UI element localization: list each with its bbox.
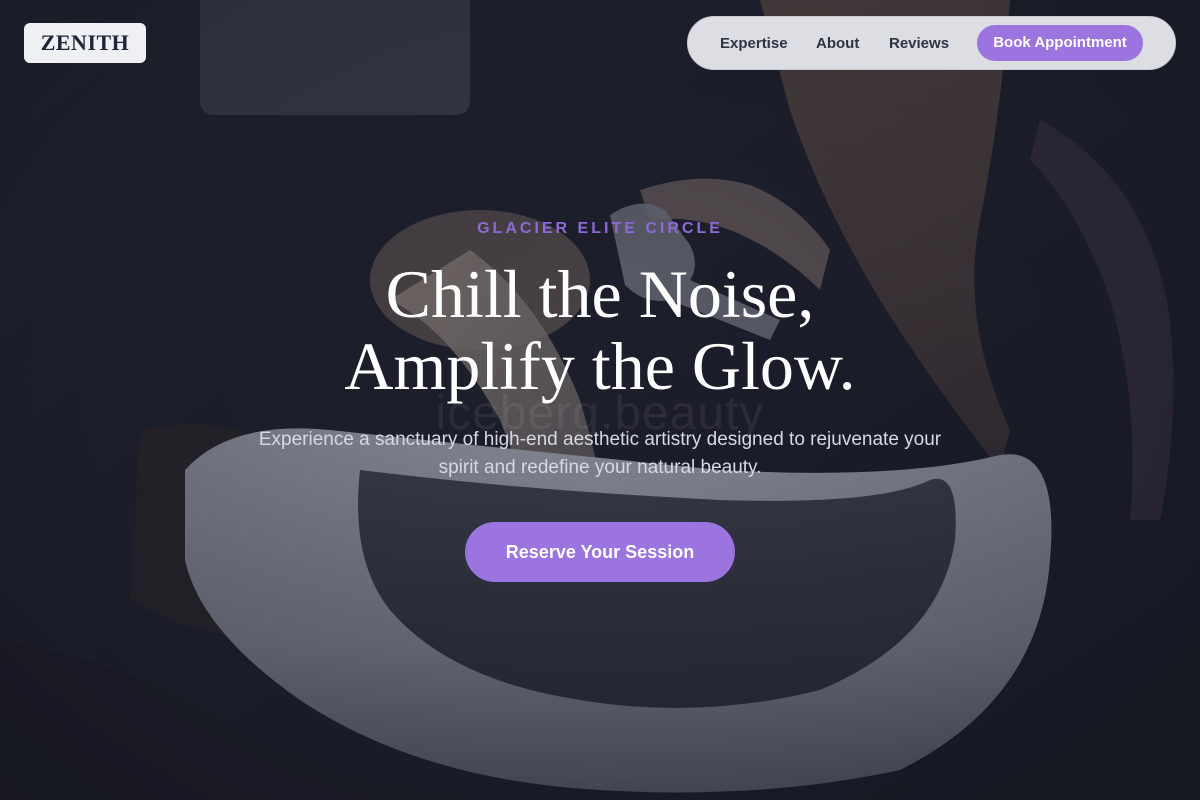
nav-link-about[interactable]: About [816,17,859,71]
brand-logo[interactable]: ZENITH [24,23,146,63]
headline-line-1: Chill the Noise, [385,256,815,332]
reserve-session-button[interactable]: Reserve Your Session [465,522,735,582]
hero-subtitle: Experience a sanctuary of high-end aesth… [258,429,942,478]
book-appointment-button[interactable]: Book Appointment [977,25,1143,61]
nav-link-expertise[interactable]: Expertise [720,17,788,71]
hero-headline: Chill the Noise, Amplify the Glow. [0,258,1200,402]
nav-link-reviews[interactable]: Reviews [889,17,949,71]
main-nav: Expertise About Reviews Book Appointment [687,16,1176,70]
hero-section: ZENITH Expertise About Reviews Book Appo… [0,0,1200,800]
headline-line-2: Amplify the Glow. [344,328,856,404]
hero-eyebrow: GLACIER ELITE CIRCLE [477,220,723,237]
